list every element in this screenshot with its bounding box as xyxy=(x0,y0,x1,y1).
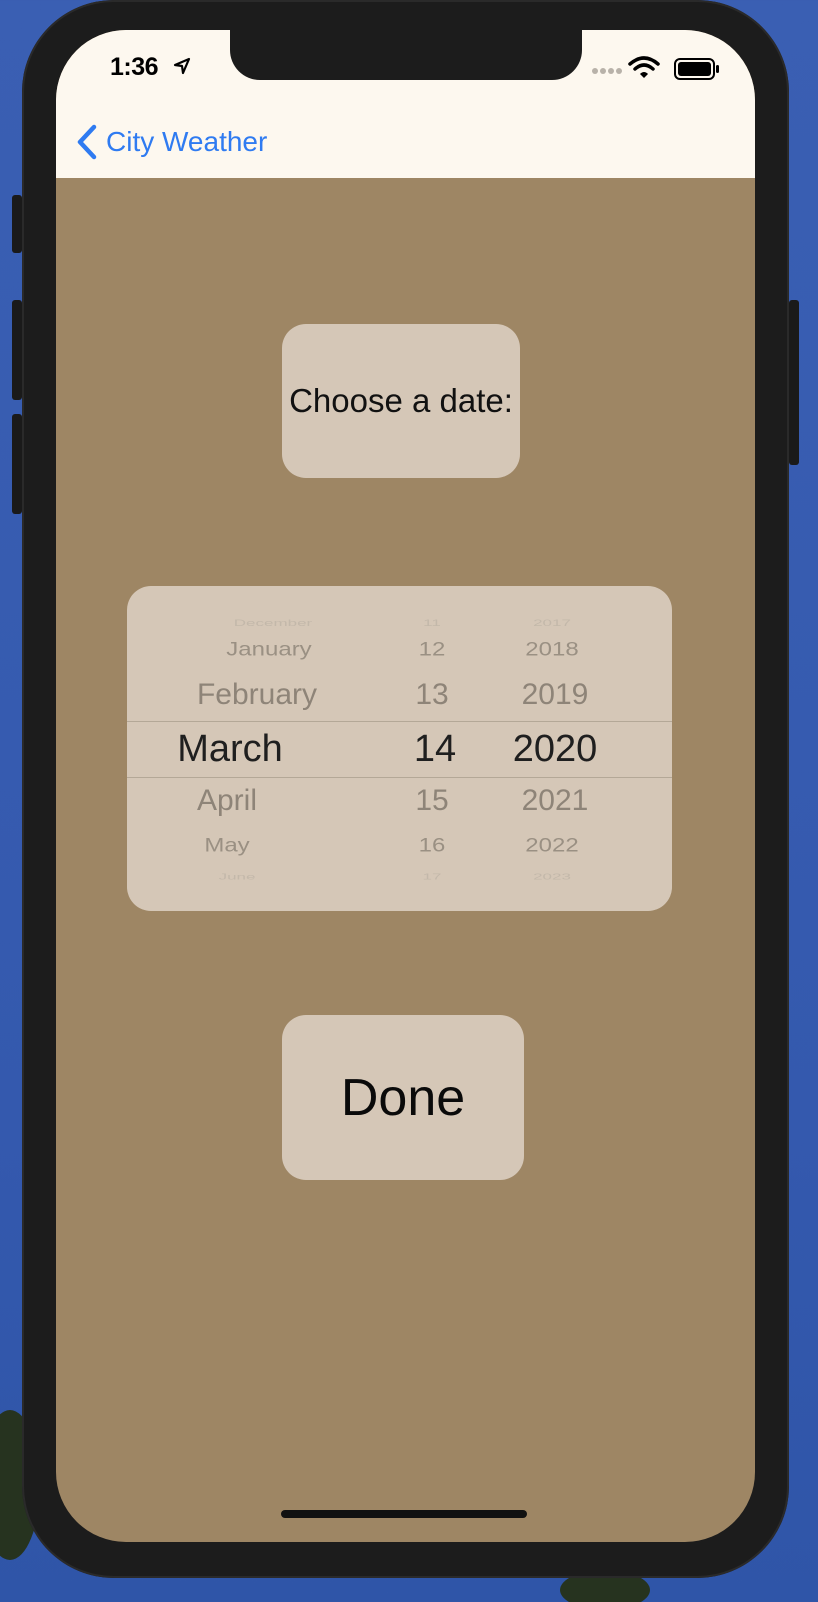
picker-day-selected[interactable]: 14 xyxy=(395,728,475,771)
back-button-label: City Weather xyxy=(106,126,268,157)
picker-month-selected[interactable]: March xyxy=(130,728,330,771)
picker-day-item[interactable]: 17 xyxy=(392,872,472,882)
picker-year-item[interactable]: 2023 xyxy=(482,872,622,882)
picker-day-item[interactable]: 12 xyxy=(392,639,472,662)
chevron-left-icon xyxy=(77,124,97,160)
date-picker[interactable]: December January February March April Ma… xyxy=(127,586,672,911)
picker-month-item[interactable]: April xyxy=(127,784,327,818)
picker-year-item[interactable]: 2018 xyxy=(482,639,622,662)
camera-notch xyxy=(230,30,582,80)
picker-month-item[interactable]: January xyxy=(169,639,369,662)
done-button[interactable]: Done xyxy=(282,1015,524,1180)
power-button xyxy=(789,300,799,465)
screen: 1:36 City Weather Choose a date: Decembe… xyxy=(56,30,755,1542)
picker-month-item[interactable]: June xyxy=(137,872,337,882)
prompt-label: Choose a date: xyxy=(282,324,520,478)
picker-month-item[interactable]: December xyxy=(173,618,373,629)
location-arrow-icon xyxy=(173,57,191,75)
picker-day-item[interactable]: 16 xyxy=(392,835,472,858)
battery-icon xyxy=(674,58,719,80)
picker-year-selected[interactable]: 2020 xyxy=(485,728,625,771)
picker-day-item[interactable]: 13 xyxy=(392,678,472,712)
navigation-bar: 1:36 City Weather xyxy=(56,30,755,178)
picker-year-item[interactable]: 2022 xyxy=(482,835,622,858)
wifi-icon xyxy=(628,56,660,78)
home-indicator xyxy=(281,1510,527,1518)
picker-year-item[interactable]: 2017 xyxy=(482,618,622,629)
picker-month-item[interactable]: February xyxy=(157,678,357,712)
picker-day-item[interactable]: 11 xyxy=(392,618,472,629)
back-button[interactable]: City Weather xyxy=(76,122,267,162)
volume-down-button xyxy=(12,414,22,514)
volume-up-button xyxy=(12,300,22,400)
picker-month-item[interactable]: May xyxy=(127,835,327,858)
cellular-signal-icon xyxy=(592,68,622,74)
picker-day-item[interactable]: 15 xyxy=(392,784,472,818)
mute-switch xyxy=(12,195,22,253)
picker-year-item[interactable]: 2021 xyxy=(485,784,625,818)
status-time: 1:36 xyxy=(110,53,159,81)
picker-year-item[interactable]: 2019 xyxy=(485,678,625,712)
